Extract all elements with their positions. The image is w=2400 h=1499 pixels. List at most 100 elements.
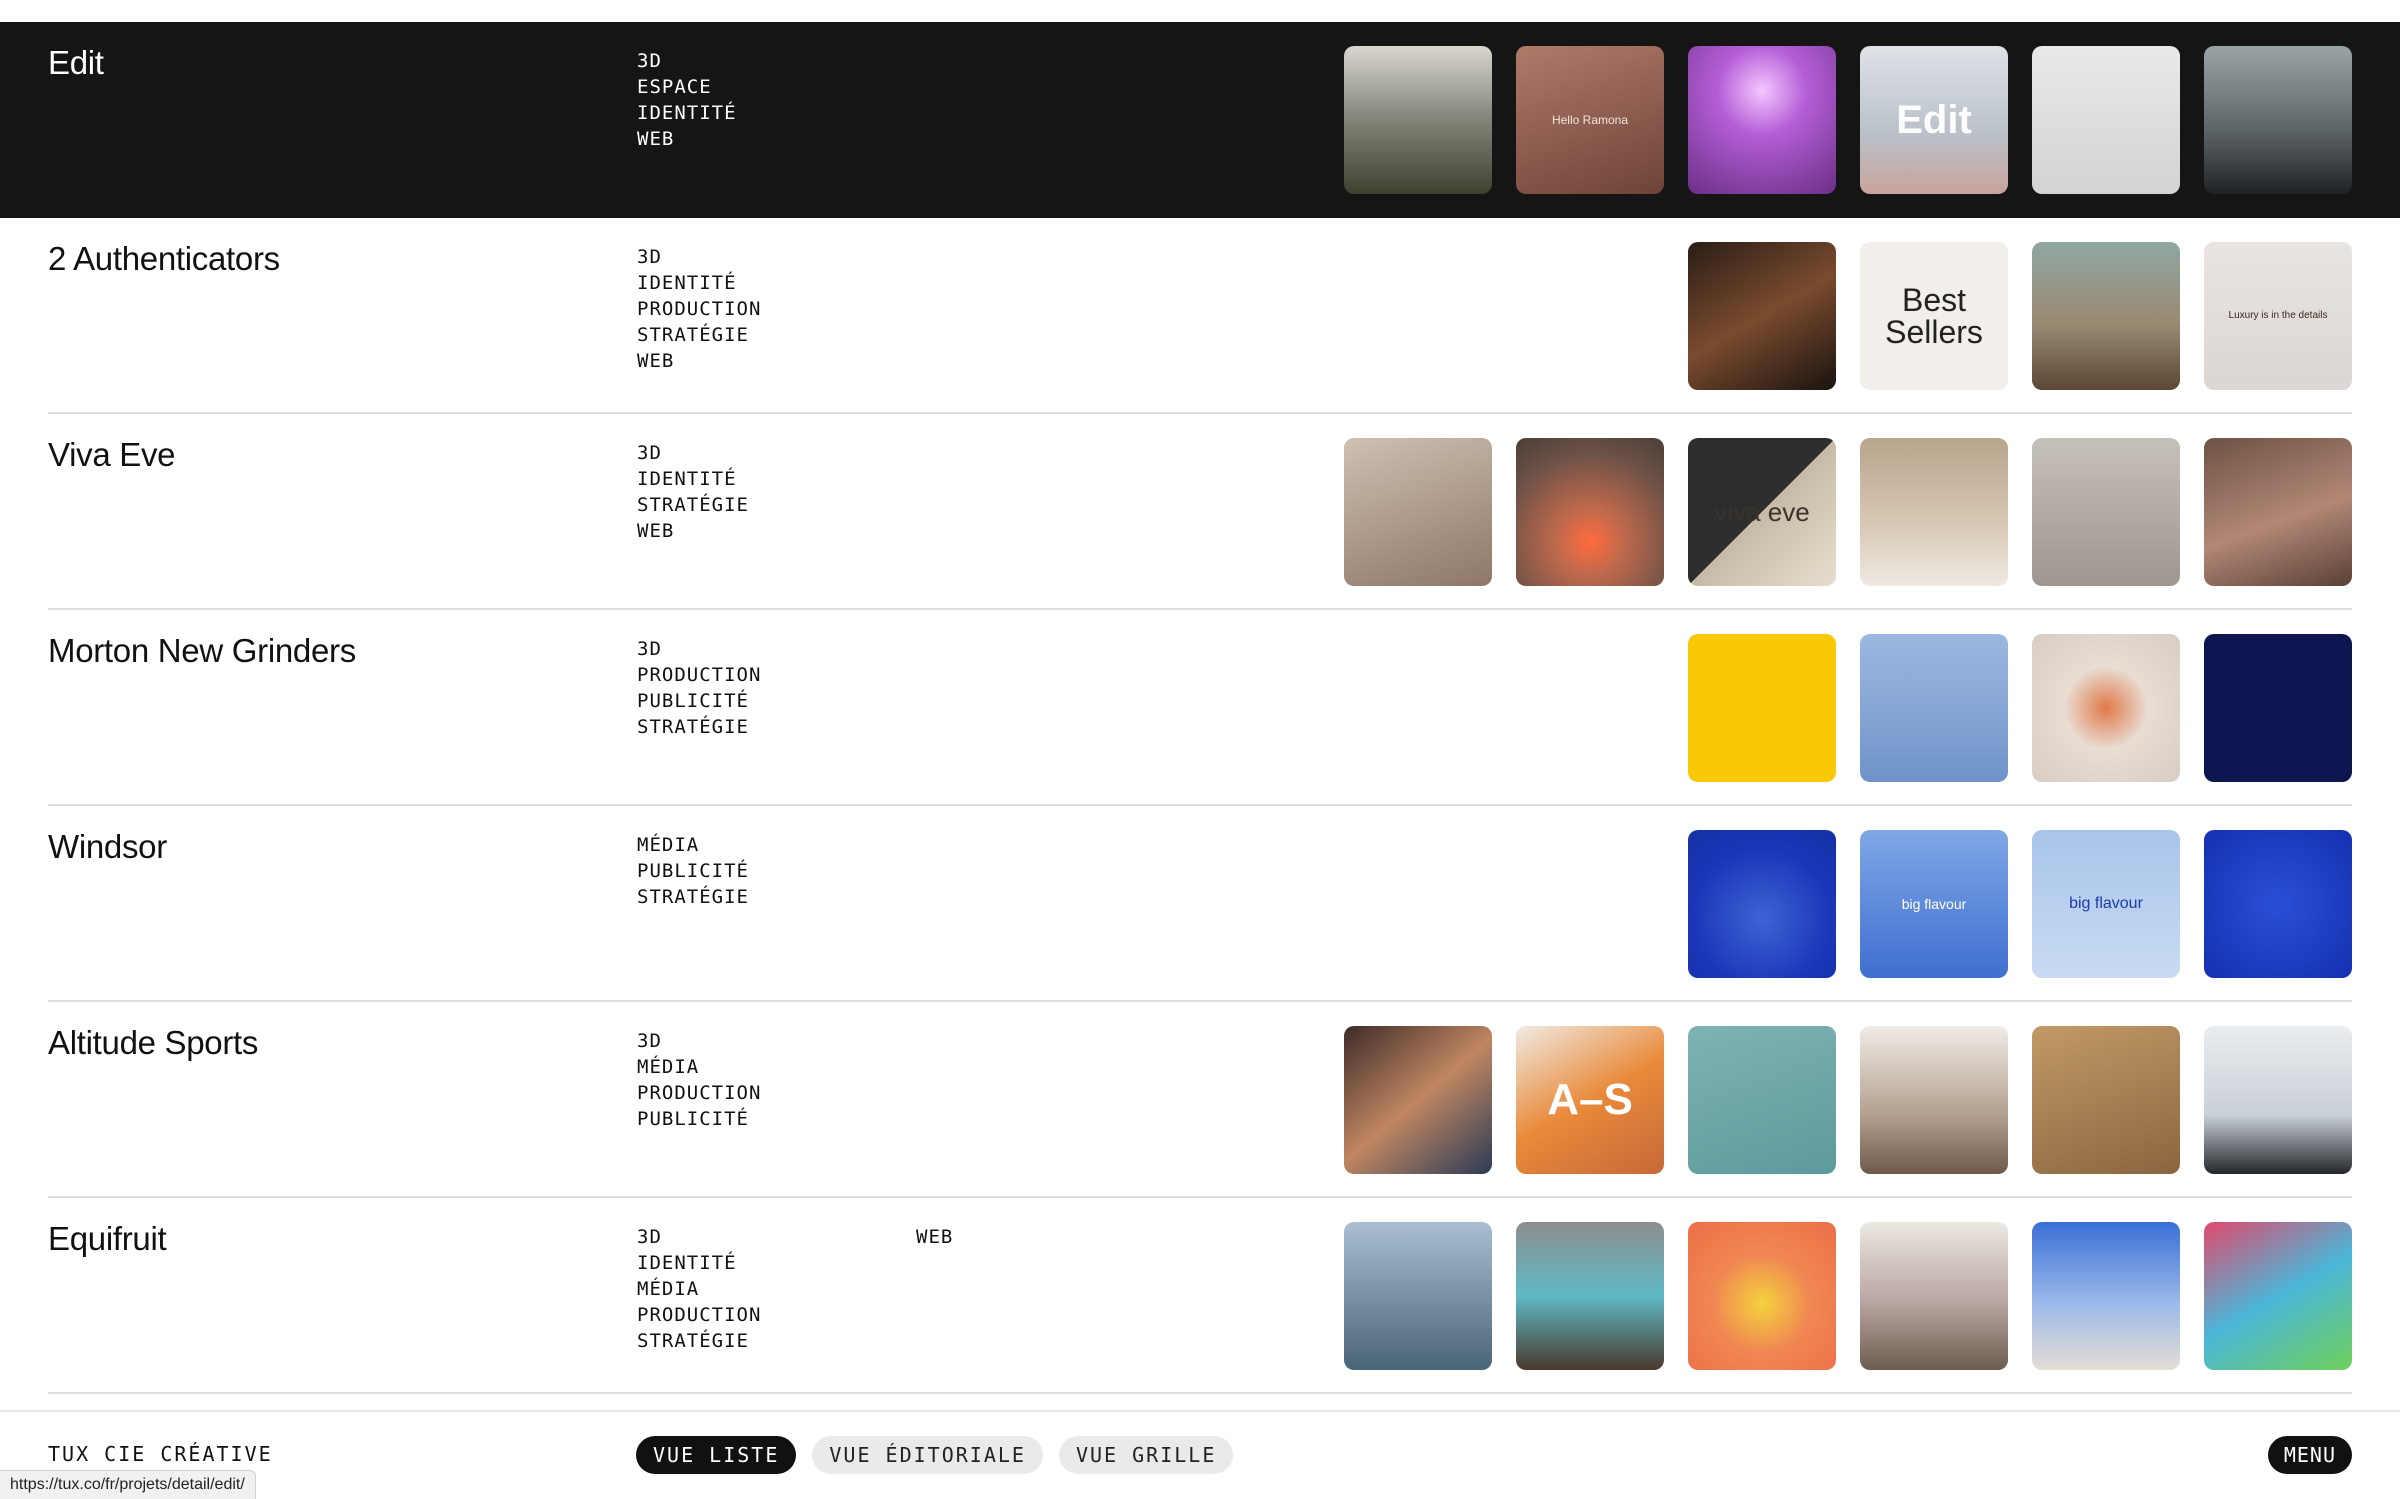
- project-tags: 3D IDENTITÉ STRATÉGIE WEB: [637, 440, 749, 544]
- thumbnail-phone-luxury[interactable]: Luxury is in the details: [2204, 242, 2352, 390]
- project-tags: 3D ESPACE IDENTITÉ WEB: [637, 48, 737, 152]
- project-tag: STRATÉGIE: [637, 324, 749, 346]
- project-tag: STRATÉGIE: [637, 1330, 749, 1352]
- project-tag: IDENTITÉ: [637, 102, 737, 124]
- thumbnail-grey-chair[interactable]: [2032, 438, 2180, 586]
- project-tag: PRODUCTION: [637, 1082, 762, 1104]
- thumbnail-text: viva eve: [1714, 497, 1810, 527]
- project-row[interactable]: Edit 3D ESPACE IDENTITÉ WEB Hello Ramona Edit: [0, 22, 2400, 218]
- project-tag: PRODUCTION: [637, 664, 762, 686]
- thumbnail-pavilion-render[interactable]: [1344, 46, 1492, 194]
- project-title[interactable]: Viva Eve: [48, 436, 176, 474]
- view-toggle-editorial[interactable]: VUE ÉDITORIALE: [812, 1436, 1043, 1474]
- view-toggle-grid[interactable]: VUE GRILLE: [1058, 1436, 1234, 1474]
- top-strip: [0, 0, 2400, 22]
- thumbnail-phone-colorful[interactable]: [2204, 1222, 2352, 1370]
- menu-button[interactable]: MENU: [2267, 1436, 2352, 1474]
- project-tags: 3D IDENTITÉ PRODUCTION STRATÉGIE WEB: [637, 244, 761, 374]
- project-thumbnails: Hello Ramona Edit: [1344, 46, 2352, 194]
- project-tag: 3D: [637, 638, 662, 660]
- thumbnail-corn-cob[interactable]: [2204, 830, 2352, 978]
- thumbnail-hand-phone-teal[interactable]: [1688, 1026, 1836, 1174]
- project-tag: PUBLICITÉ: [637, 860, 749, 882]
- project-tags: 3D IDENTITÉ MÉDIA PRODUCTION STRATÉGIE: [637, 1224, 761, 1354]
- thumbnail-orange-dots[interactable]: [1516, 438, 1664, 586]
- thumbnail-rocket-banana[interactable]: [2032, 1222, 2180, 1370]
- brand-name[interactable]: TUX CIE CRÉATIVE: [48, 1442, 273, 1466]
- project-row[interactable]: Altitude Sports 3D MÉDIA PRODUCTION PUBLICIT…: [0, 1002, 2400, 1198]
- thumbnail-face-closeup[interactable]: [1344, 1026, 1492, 1174]
- project-title[interactable]: Morton New Grinders: [48, 632, 356, 670]
- project-thumbnails: big flavour big flavour: [1688, 830, 2352, 978]
- thumbnail-banana-pallets[interactable]: [1516, 1222, 1664, 1370]
- footer-bar: TUX CIE CRÉATIVE VUE LISTE VUE ÉDITORIALE…: [0, 1410, 2400, 1499]
- thumbnail-shark-banana[interactable]: [1344, 1222, 1492, 1370]
- thumbnail-hiker-rocks[interactable]: [1860, 1026, 2008, 1174]
- project-tags-secondary: WEB: [916, 1224, 953, 1250]
- project-row[interactable]: Viva Eve 3D IDENTITÉ STRATÉGIE WEB viva eve: [0, 414, 2400, 610]
- thumbnail-salt-falling[interactable]: [2204, 634, 2352, 782]
- project-tag: STRATÉGIE: [637, 494, 749, 516]
- project-tag: MÉDIA: [637, 1278, 700, 1300]
- project-tag: STRATÉGIE: [637, 716, 749, 738]
- thumbnail-billboard-sky[interactable]: big flavour: [2032, 830, 2180, 978]
- status-url-tooltip: https://tux.co/fr/projets/detail/edit/: [0, 1470, 256, 1499]
- project-tag: MÉDIA: [637, 1056, 700, 1078]
- thumbnail-runner-orange[interactable]: A–S: [1516, 1026, 1664, 1174]
- project-tag: WEB: [637, 128, 675, 150]
- thumbnail-flask-wood[interactable]: [2032, 1026, 2180, 1174]
- thumbnail-text: Best Sellers: [1885, 282, 1983, 350]
- project-thumbnails: [1344, 1222, 2352, 1370]
- thumbnail-edit-logo[interactable]: Edit: [1860, 46, 2008, 194]
- thumbnail-text: Hello Ramona: [1551, 113, 1629, 127]
- thumbnail-bag-sculpture[interactable]: [2032, 242, 2180, 390]
- thumbnail-viva-eve-card[interactable]: viva eve: [1688, 438, 1836, 586]
- project-tag: PRODUCTION: [637, 298, 762, 320]
- project-title[interactable]: Windsor: [48, 828, 167, 866]
- project-tag: 3D: [637, 246, 662, 268]
- project-tag: WEB: [637, 350, 675, 372]
- thumbnail-portrait-woman[interactable]: [1344, 438, 1492, 586]
- project-tag: 3D: [637, 1226, 662, 1248]
- view-toggle-list[interactable]: VUE LISTE: [636, 1436, 797, 1474]
- thumbnail-yellow-grinder-hand[interactable]: [1688, 634, 1836, 782]
- project-row[interactable]: Windsor MÉDIA PUBLICITÉ STRATÉGIE big flavou…: [0, 806, 2400, 1002]
- project-title[interactable]: Edit: [48, 44, 104, 82]
- thumbnail-best-sellers[interactable]: Best Sellers: [1860, 242, 2008, 390]
- project-thumbnails: Best Sellers Luxury is in the details: [1688, 242, 2352, 390]
- thumbnail-text: Edit: [1896, 98, 1972, 142]
- project-tag: 3D: [637, 442, 662, 464]
- project-tag: 3D: [637, 50, 662, 72]
- thumbnail-text: big flavour: [1901, 896, 1967, 912]
- thumbnail-bare-back-portrait[interactable]: [2204, 438, 2352, 586]
- thumbnail-living-room[interactable]: [1860, 438, 2008, 586]
- project-title[interactable]: Altitude Sports: [48, 1024, 258, 1062]
- project-title[interactable]: 2 Authenticators: [48, 240, 280, 278]
- thumbnail-plate-food[interactable]: [2032, 634, 2180, 782]
- project-tag: PUBLICITÉ: [637, 1108, 749, 1130]
- project-tags: 3D MÉDIA PRODUCTION PUBLICITÉ: [637, 1028, 761, 1132]
- project-row[interactable]: Equifruit 3D IDENTITÉ MÉDIA PRODUCTION STRATÉ…: [0, 1198, 2400, 1394]
- thumbnail-text: Luxury is in the details: [2228, 310, 2328, 321]
- thumbnail-text: A–S: [1547, 1075, 1633, 1124]
- project-row[interactable]: 2 Authenticators 3D IDENTITÉ PRODUCTION STRA…: [0, 218, 2400, 414]
- thumbnail-bananas-orange[interactable]: [1688, 1222, 1836, 1370]
- project-row[interactable]: Morton New Grinders 3D PRODUCTION PUBLICITÉ…: [0, 610, 2400, 806]
- thumbnail-phone-hello-ramona[interactable]: Hello Ramona: [1516, 46, 1664, 194]
- thumbnail-grinders-row[interactable]: [1860, 634, 2008, 782]
- project-list: Edit 3D ESPACE IDENTITÉ WEB Hello Ramona Edit 2…: [0, 22, 2400, 1394]
- thumbnail-flowers-banana[interactable]: [1860, 1222, 2008, 1370]
- thumbnail-cliff-structure[interactable]: [2204, 46, 2352, 194]
- thumbnail-cyclist-helmet[interactable]: [2204, 1026, 2352, 1174]
- project-thumbnails: A–S: [1344, 1026, 2352, 1174]
- thumbnail-handbag-dark[interactable]: [1688, 242, 1836, 390]
- project-title[interactable]: Equifruit: [48, 1220, 167, 1258]
- thumbnail-drink-glass[interactable]: [1688, 830, 1836, 978]
- project-tag: STRATÉGIE: [637, 886, 749, 908]
- thumbnail-white-device[interactable]: [2032, 46, 2180, 194]
- project-tag: PRODUCTION: [637, 1304, 762, 1326]
- thumbnail-purple-space[interactable]: [1688, 46, 1836, 194]
- project-tags: MÉDIA PUBLICITÉ STRATÉGIE: [637, 832, 749, 910]
- thumbnail-phone-sky[interactable]: big flavour: [1860, 830, 2008, 978]
- project-thumbnails: [1688, 634, 2352, 782]
